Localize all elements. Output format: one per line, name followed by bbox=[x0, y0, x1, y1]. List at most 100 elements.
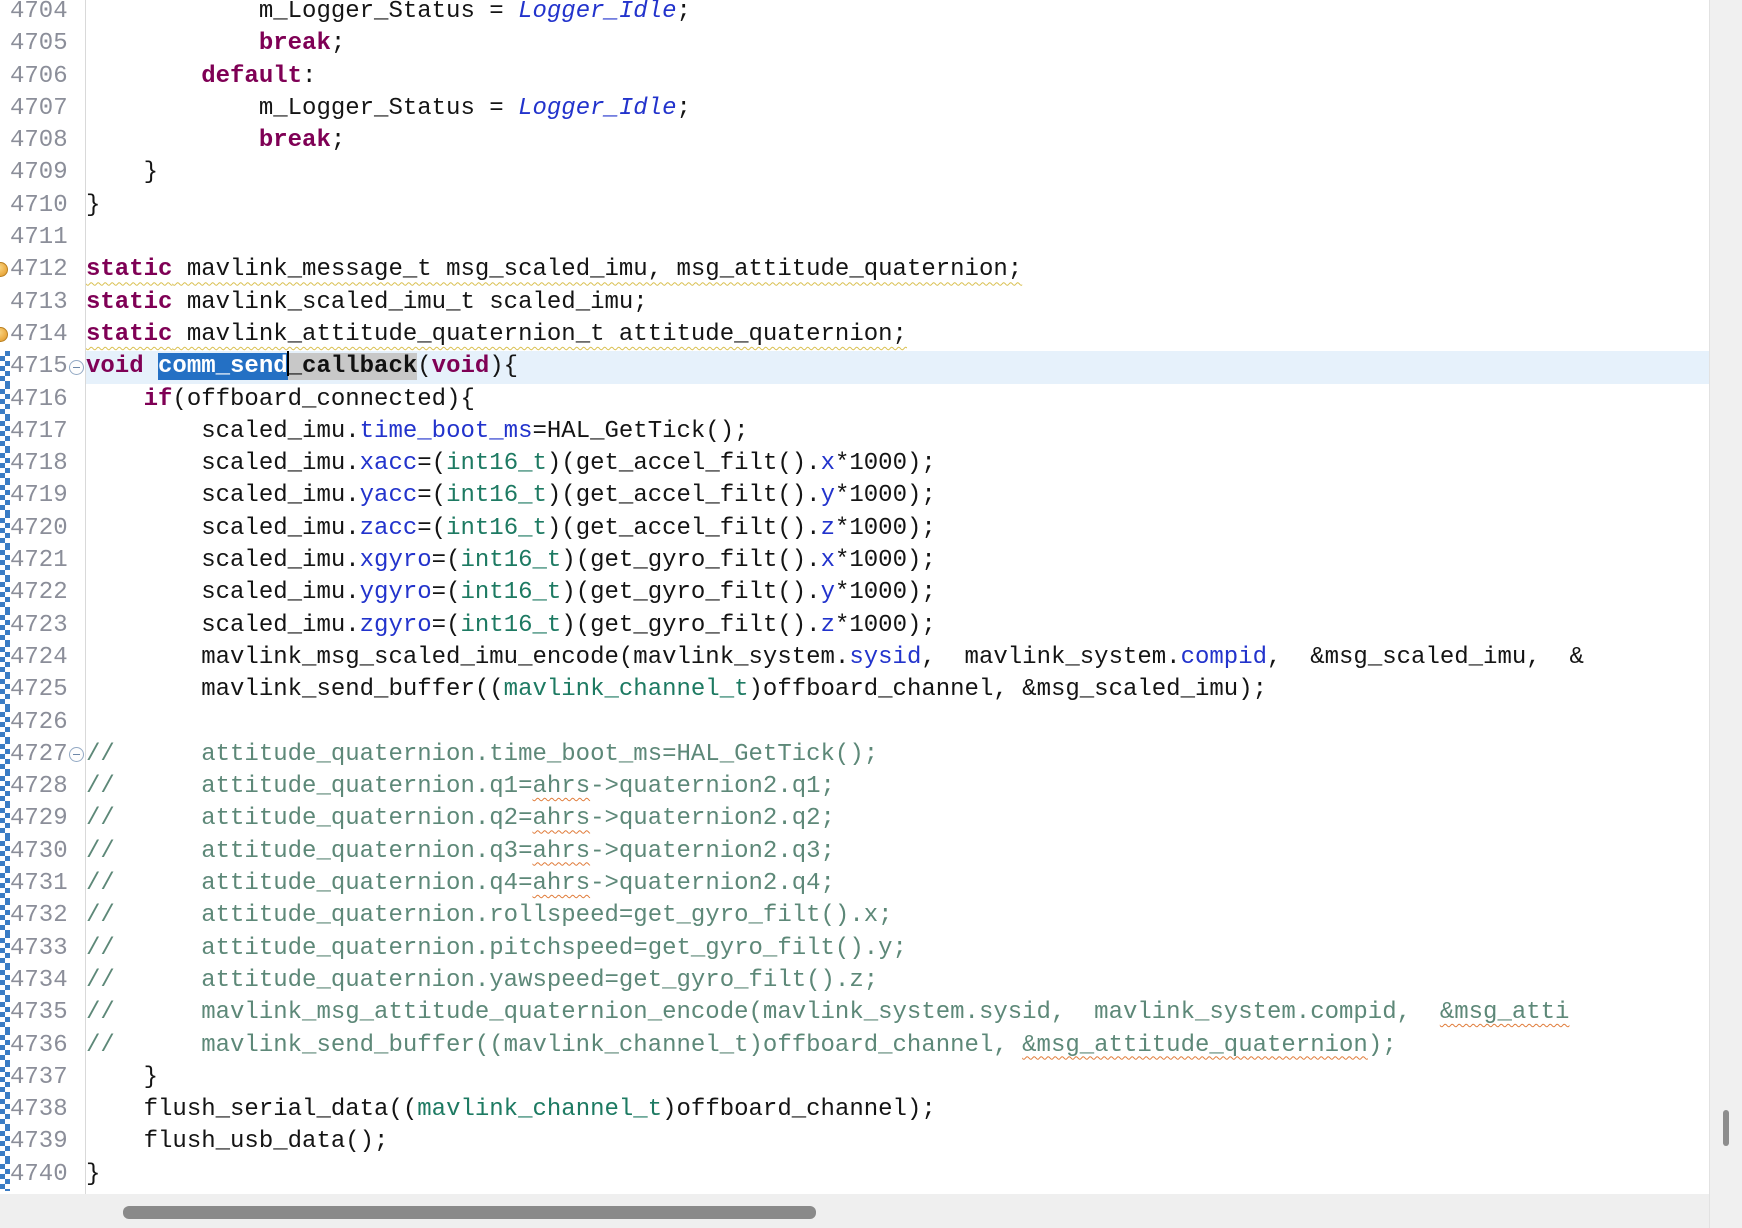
code-line-text[interactable]: break; bbox=[86, 28, 1709, 60]
code-line-text[interactable]: // attitude_quaternion.rollspeed=get_gyr… bbox=[86, 900, 1709, 932]
line-number-gutter[interactable]: 4732 bbox=[0, 900, 86, 932]
code-line-text[interactable]: mavlink_send_buffer((mavlink_channel_t)o… bbox=[86, 674, 1709, 706]
code-line-text[interactable]: // attitude_quaternion.q3=ahrs->quaterni… bbox=[86, 836, 1709, 868]
code-line[interactable]: 4711 bbox=[0, 222, 1709, 254]
line-number-gutter[interactable]: 4707 bbox=[0, 93, 86, 125]
code-line-text[interactable]: } bbox=[86, 190, 1709, 222]
code-line-text[interactable] bbox=[86, 222, 1709, 254]
line-number-gutter[interactable]: 4708 bbox=[0, 125, 86, 157]
code-line[interactable]: 4733// attitude_quaternion.pitchspeed=ge… bbox=[0, 933, 1709, 965]
code-line[interactable]: 4726 bbox=[0, 707, 1709, 739]
code-line-text[interactable]: scaled_imu.zacc=(int16_t)(get_accel_filt… bbox=[86, 513, 1709, 545]
code-line-text[interactable]: default: bbox=[86, 61, 1709, 93]
code-line[interactable]: 4704 m_Logger_Status = Logger_Idle; bbox=[0, 0, 1709, 28]
code-line[interactable]: 4714static mavlink_attitude_quaternion_t… bbox=[0, 319, 1709, 351]
line-number-gutter[interactable]: 4740 bbox=[0, 1159, 86, 1191]
code-line[interactable]: 4717 scaled_imu.time_boot_ms=HAL_GetTick… bbox=[0, 416, 1709, 448]
code-line-text[interactable]: static mavlink_scaled_imu_t scaled_imu; bbox=[86, 287, 1709, 319]
code-line-text[interactable]: scaled_imu.zgyro=(int16_t)(get_gyro_filt… bbox=[86, 610, 1709, 642]
code-line[interactable]: 4707 m_Logger_Status = Logger_Idle; bbox=[0, 93, 1709, 125]
code-line-text[interactable]: flush_serial_data((mavlink_channel_t)off… bbox=[86, 1094, 1709, 1126]
code-line-text[interactable]: // attitude_quaternion.pitchspeed=get_gy… bbox=[86, 933, 1709, 965]
line-number-gutter[interactable]: 4710 bbox=[0, 190, 86, 222]
code-line[interactable]: 4728// attitude_quaternion.q1=ahrs->quat… bbox=[0, 771, 1709, 803]
code-line-text[interactable]: static mavlink_message_t msg_scaled_imu,… bbox=[86, 254, 1709, 286]
line-number-gutter[interactable]: 4737 bbox=[0, 1062, 86, 1094]
line-number-gutter[interactable]: 4739 bbox=[0, 1126, 86, 1158]
code-line-text[interactable]: scaled_imu.xacc=(int16_t)(get_accel_filt… bbox=[86, 448, 1709, 480]
vertical-scrollbar-thumb[interactable] bbox=[1723, 1110, 1729, 1146]
code-line[interactable]: 4734// attitude_quaternion.yawspeed=get_… bbox=[0, 965, 1709, 997]
line-number-gutter[interactable]: 4715 bbox=[0, 351, 86, 383]
code-line[interactable]: 4732// attitude_quaternion.rollspeed=get… bbox=[0, 900, 1709, 932]
code-line-text[interactable]: // mavlink_msg_attitude_quaternion_encod… bbox=[86, 997, 1709, 1029]
code-line[interactable]: 4715void comm_send_callback(void){ bbox=[0, 351, 1709, 383]
code-line[interactable]: 4722 scaled_imu.ygyro=(int16_t)(get_gyro… bbox=[0, 577, 1709, 609]
line-number-gutter[interactable]: 4712 bbox=[0, 254, 86, 286]
code-line-text[interactable]: mavlink_msg_scaled_imu_encode(mavlink_sy… bbox=[86, 642, 1709, 674]
fold-collapse-icon[interactable] bbox=[69, 747, 84, 762]
code-line-text[interactable]: break; bbox=[86, 125, 1709, 157]
code-line[interactable]: 4727// attitude_quaternion.time_boot_ms=… bbox=[0, 739, 1709, 771]
code-line-text[interactable]: m_Logger_Status = Logger_Idle; bbox=[86, 0, 1709, 28]
code-line[interactable]: 4731// attitude_quaternion.q4=ahrs->quat… bbox=[0, 868, 1709, 900]
line-number-gutter[interactable]: 4723 bbox=[0, 610, 86, 642]
line-number-gutter[interactable]: 4705 bbox=[0, 28, 86, 60]
code-line-text[interactable]: } bbox=[86, 1062, 1709, 1094]
line-number-gutter[interactable]: 4725 bbox=[0, 674, 86, 706]
code-line-text[interactable]: static mavlink_attitude_quaternion_t att… bbox=[86, 319, 1709, 351]
line-number-gutter[interactable]: 4709 bbox=[0, 157, 86, 189]
code-line-text[interactable]: if(offboard_connected){ bbox=[86, 384, 1709, 416]
line-number-gutter[interactable]: 4722 bbox=[0, 577, 86, 609]
line-number-gutter[interactable]: 4717 bbox=[0, 416, 86, 448]
line-number-gutter[interactable]: 4738 bbox=[0, 1094, 86, 1126]
code-line[interactable]: 4718 scaled_imu.xacc=(int16_t)(get_accel… bbox=[0, 448, 1709, 480]
line-number-gutter[interactable]: 4718 bbox=[0, 448, 86, 480]
code-line[interactable]: 4729// attitude_quaternion.q2=ahrs->quat… bbox=[0, 803, 1709, 835]
code-line[interactable]: 4720 scaled_imu.zacc=(int16_t)(get_accel… bbox=[0, 513, 1709, 545]
line-number-gutter[interactable]: 4728 bbox=[0, 771, 86, 803]
code-line-text[interactable]: } bbox=[86, 157, 1709, 189]
code-line-text[interactable]: scaled_imu.time_boot_ms=HAL_GetTick(); bbox=[86, 416, 1709, 448]
code-line-text[interactable]: // attitude_quaternion.q1=ahrs->quaterni… bbox=[86, 771, 1709, 803]
code-line-text[interactable]: void comm_send_callback(void){ bbox=[86, 351, 1709, 383]
line-number-gutter[interactable]: 4706 bbox=[0, 61, 86, 93]
line-number-gutter[interactable]: 4713 bbox=[0, 287, 86, 319]
code-line-text[interactable]: // mavlink_send_buffer((mavlink_channel_… bbox=[86, 1030, 1709, 1062]
horizontal-scrollbar-thumb[interactable] bbox=[123, 1206, 816, 1219]
line-number-gutter[interactable]: 4726 bbox=[0, 707, 86, 739]
code-line-text[interactable]: // attitude_quaternion.q2=ahrs->quaterni… bbox=[86, 803, 1709, 835]
code-line[interactable]: 4706 default: bbox=[0, 61, 1709, 93]
code-line[interactable]: 4713static mavlink_scaled_imu_t scaled_i… bbox=[0, 287, 1709, 319]
line-number-gutter[interactable]: 4727 bbox=[0, 739, 86, 771]
line-number-gutter[interactable]: 4711 bbox=[0, 222, 86, 254]
line-number-gutter[interactable]: 4733 bbox=[0, 933, 86, 965]
code-line[interactable]: 4739 flush_usb_data(); bbox=[0, 1126, 1709, 1158]
code-line-text[interactable] bbox=[86, 707, 1709, 739]
code-line[interactable]: 4735// mavlink_msg_attitude_quaternion_e… bbox=[0, 997, 1709, 1029]
overview-ruler[interactable] bbox=[1709, 0, 1742, 1228]
line-number-gutter[interactable]: 4735 bbox=[0, 997, 86, 1029]
code-area[interactable]: 4704 m_Logger_Status = Logger_Idle;4705 … bbox=[0, 0, 1709, 1223]
fold-collapse-icon[interactable] bbox=[69, 360, 84, 375]
code-line[interactable]: 4736// mavlink_send_buffer((mavlink_chan… bbox=[0, 1030, 1709, 1062]
code-line[interactable]: 4730// attitude_quaternion.q3=ahrs->quat… bbox=[0, 836, 1709, 868]
code-line[interactable]: 4725 mavlink_send_buffer((mavlink_channe… bbox=[0, 674, 1709, 706]
code-line-text[interactable]: } bbox=[86, 1159, 1709, 1191]
code-line[interactable]: 4738 flush_serial_data((mavlink_channel_… bbox=[0, 1094, 1709, 1126]
code-line[interactable]: 4710} bbox=[0, 190, 1709, 222]
code-line[interactable]: 4740} bbox=[0, 1159, 1709, 1191]
line-number-gutter[interactable]: 4704 bbox=[0, 0, 86, 28]
line-number-gutter[interactable]: 4719 bbox=[0, 480, 86, 512]
code-line[interactable]: 4737 } bbox=[0, 1062, 1709, 1094]
code-line[interactable]: 4708 break; bbox=[0, 125, 1709, 157]
code-line-text[interactable]: m_Logger_Status = Logger_Idle; bbox=[86, 93, 1709, 125]
line-number-gutter[interactable]: 4720 bbox=[0, 513, 86, 545]
horizontal-scrollbar-track[interactable] bbox=[0, 1194, 1709, 1228]
line-number-gutter[interactable]: 4724 bbox=[0, 642, 86, 674]
code-line-text[interactable]: scaled_imu.xgyro=(int16_t)(get_gyro_filt… bbox=[86, 545, 1709, 577]
code-line[interactable]: 4723 scaled_imu.zgyro=(int16_t)(get_gyro… bbox=[0, 610, 1709, 642]
code-line[interactable]: 4712static mavlink_message_t msg_scaled_… bbox=[0, 254, 1709, 286]
line-number-gutter[interactable]: 4734 bbox=[0, 965, 86, 997]
line-number-gutter[interactable]: 4721 bbox=[0, 545, 86, 577]
